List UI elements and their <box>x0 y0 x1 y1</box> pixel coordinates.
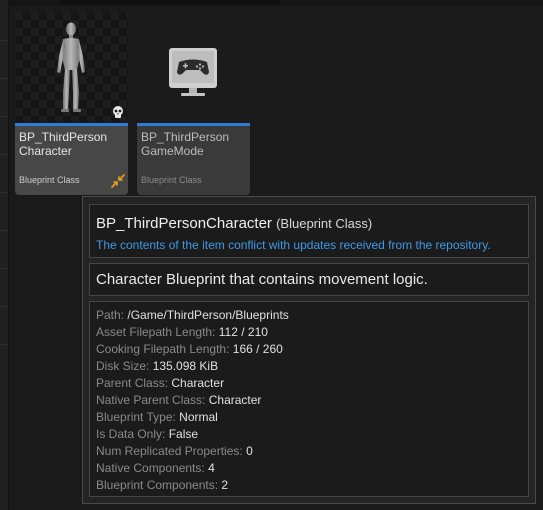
property-key: Native Parent Class: <box>96 393 206 407</box>
asset-name-line2: Character <box>19 144 72 158</box>
property-value: 4 <box>208 461 215 475</box>
tooltip-header: BP_ThirdPersonCharacter (Blueprint Class… <box>89 204 529 258</box>
asset-name-line1: BP_ThirdPerson <box>19 130 108 144</box>
gutter-divider <box>0 116 8 117</box>
gutter-divider <box>0 344 8 345</box>
property-row: Native Parent Class: Character <box>96 393 261 408</box>
property-key: Native Components: <box>96 461 205 475</box>
gutter-divider <box>0 154 8 155</box>
tooltip-title: BP_ThirdPersonCharacter (Blueprint Class… <box>96 215 372 232</box>
gutter-divider <box>0 268 8 269</box>
left-gutter <box>0 0 9 510</box>
property-key: Path: <box>96 308 125 322</box>
property-row: Num Replicated Properties: 0 <box>96 444 253 459</box>
property-key: Disk Size: <box>96 359 150 373</box>
property-row: Native Components: 4 <box>96 461 215 476</box>
property-row: Is Data Only: False <box>96 427 198 442</box>
property-row: Cooking Filepath Length: 166 / 260 <box>96 342 283 357</box>
search-input[interactable] <box>60 0 280 5</box>
skull-icon <box>113 106 123 118</box>
asset-name: BP_ThirdPerson Character <box>19 130 127 158</box>
property-key: Is Data Only: <box>96 427 166 441</box>
property-value: 2 <box>221 478 229 492</box>
property-value: Normal <box>179 410 218 424</box>
content-browser: BP_ThirdPerson Character Blueprint Class <box>0 0 543 510</box>
asset-class-label: Blueprint Class <box>141 175 202 185</box>
property-value: 166 / 260 <box>232 342 283 356</box>
gutter-divider <box>0 40 8 41</box>
tooltip-asset-type: (Blueprint Class) <box>276 216 373 231</box>
asset-class-label: Blueprint Class <box>19 175 80 185</box>
gutter-divider <box>0 306 8 307</box>
asset-thumbnail <box>137 12 250 123</box>
asset-name: BP_ThirdPerson GameMode <box>141 130 249 158</box>
gutter-divider <box>0 230 8 231</box>
tooltip-description: Character Blueprint that contains moveme… <box>89 263 529 296</box>
property-key: Num Replicated Properties: <box>96 444 243 458</box>
property-row: Path: /Game/ThirdPerson/Blueprints <box>96 308 289 323</box>
property-key: Cooking Filepath Length: <box>96 342 230 356</box>
property-key: Parent Class: <box>96 376 169 390</box>
asset-type-color-bar <box>137 123 250 126</box>
tooltip-properties: Path: /Game/ThirdPerson/Blueprints Asset… <box>89 301 529 497</box>
top-toolbar <box>8 0 543 6</box>
tooltip-asset-name: BP_ThirdPersonCharacter <box>96 215 272 232</box>
property-value: 0 <box>246 444 253 458</box>
asset-tile-character[interactable]: BP_ThirdPerson Character Blueprint Class <box>15 12 128 195</box>
asset-type-color-bar <box>15 123 128 126</box>
property-value: 135.098 KiB <box>152 359 219 373</box>
tooltip-description-text: Character Blueprint that contains moveme… <box>96 271 428 288</box>
property-key: Blueprint Components: <box>96 478 219 492</box>
property-row: Parent Class: Character <box>96 376 224 391</box>
gutter-divider <box>0 192 8 193</box>
asset-tile-gamemode[interactable]: BP_ThirdPerson GameMode Blueprint Class <box>137 12 250 195</box>
property-row: Blueprint Type: Normal <box>96 410 218 425</box>
conflict-arrows-icon <box>111 174 125 188</box>
property-key: Blueprint Type: <box>96 410 176 424</box>
property-key: Asset Filepath Length: <box>96 325 216 339</box>
gutter-divider <box>0 78 8 79</box>
gamepad-monitor-icon <box>169 48 217 96</box>
property-value: 112 / 210 <box>218 325 268 339</box>
asset-tooltip: BP_ThirdPersonCharacter (Blueprint Class… <box>82 196 536 504</box>
property-row: Disk Size: 135.098 KiB <box>96 359 218 374</box>
tooltip-conflict-message: The contents of the item conflict with u… <box>96 238 491 252</box>
property-value: Character <box>208 393 262 407</box>
property-value: Character <box>171 376 225 390</box>
asset-name-line2: GameMode <box>141 144 204 158</box>
asset-name-line1: BP_ThirdPerson <box>141 130 230 144</box>
property-row: Asset Filepath Length: 112 / 210 <box>96 325 268 340</box>
property-value: False <box>168 427 199 441</box>
property-row: Blueprint Components: 2 <box>96 478 228 493</box>
property-value: /Game/ThirdPerson/Blueprints <box>127 308 289 322</box>
